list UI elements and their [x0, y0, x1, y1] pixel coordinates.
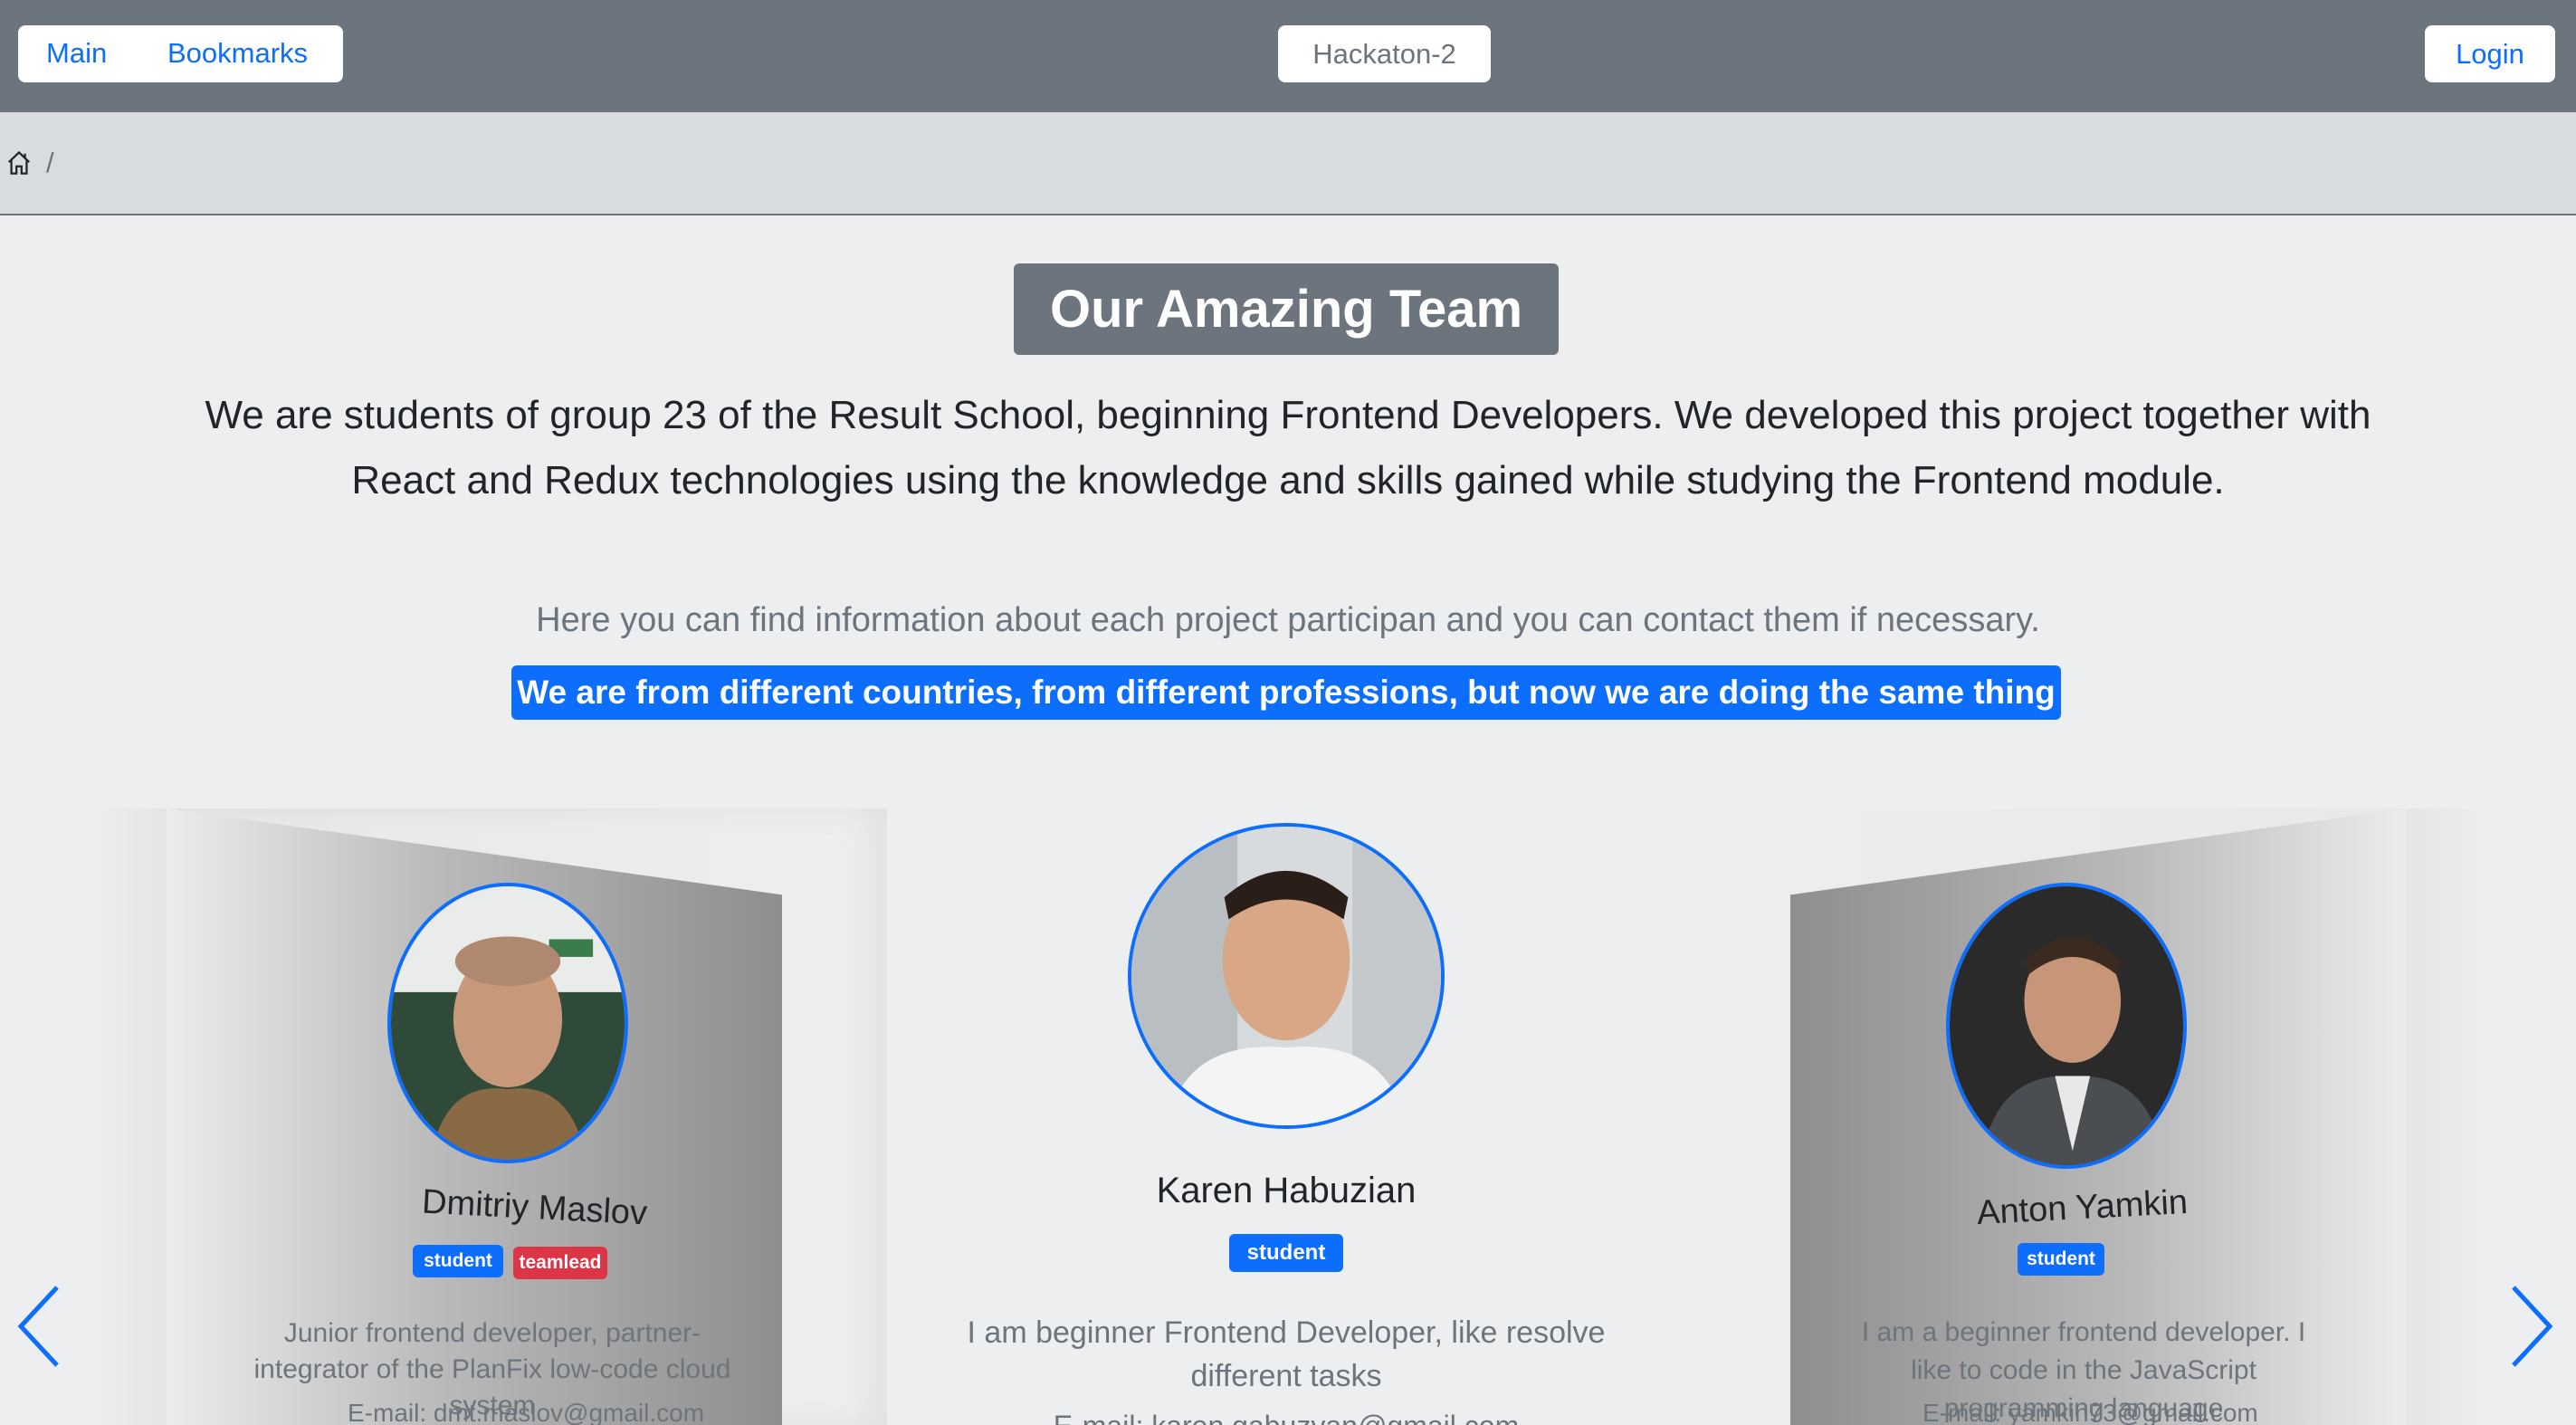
page-title-box: Our Amazing Team	[1014, 263, 1559, 355]
member-card-left[interactable]: Dmitriy Maslov student teamlead Junior f…	[167, 808, 887, 1425]
nav-bookmarks-link[interactable]: Bookmarks	[167, 37, 308, 70]
member-bio: I am beginner Frontend Developer, like r…	[967, 1315, 1606, 1393]
member-email[interactable]: E-mail: yamkin73@gmail.com	[1922, 1399, 2258, 1425]
student-badge: student	[413, 1245, 503, 1277]
login-button[interactable]: Login	[2425, 25, 2555, 82]
breadcrumb: /	[0, 112, 2576, 215]
page-title: Our Amazing Team	[1049, 280, 1523, 339]
nav-group: Main Bookmarks	[18, 25, 343, 82]
brand-button[interactable]: Hackaton-2	[1278, 25, 1491, 82]
chevron-right-icon[interactable]	[2509, 1286, 2554, 1367]
student-badge: student	[1229, 1234, 1343, 1272]
member-card-center[interactable]: Karen Habuzian student I am beginner Fro…	[887, 808, 1685, 1425]
member-card-right[interactable]: Anton Yamkin student I am a beginner fro…	[1685, 808, 2406, 1425]
member-email[interactable]: E-mail: karen.gabuzyan@gmail.com	[887, 1410, 1685, 1425]
contact-note: Here you can find information about each…	[536, 601, 2040, 639]
highlight-banner: We are from different countries, from di…	[511, 665, 2061, 720]
nav-main-link[interactable]: Main	[46, 37, 107, 70]
student-badge: student	[2018, 1243, 2104, 1276]
member-email[interactable]: E-mail: dmt.maslov@gmail.com	[348, 1399, 704, 1425]
avatar	[387, 883, 628, 1163]
chevron-left-icon[interactable]	[16, 1286, 62, 1367]
team-carousel: Dmitriy Maslov student teamlead Junior f…	[0, 808, 2576, 1425]
team-description: We are students of group 23 of the Resul…	[205, 393, 2371, 502]
avatar	[1128, 823, 1445, 1129]
teamlead-badge: teamlead	[513, 1247, 607, 1279]
member-name: Karen Habuzian	[1156, 1171, 1417, 1210]
breadcrumb-separator: /	[46, 147, 54, 178]
avatar	[1946, 883, 2187, 1169]
navbar: Main Bookmarks Hackaton-2 Login	[0, 0, 2576, 112]
home-icon[interactable]	[5, 148, 33, 177]
